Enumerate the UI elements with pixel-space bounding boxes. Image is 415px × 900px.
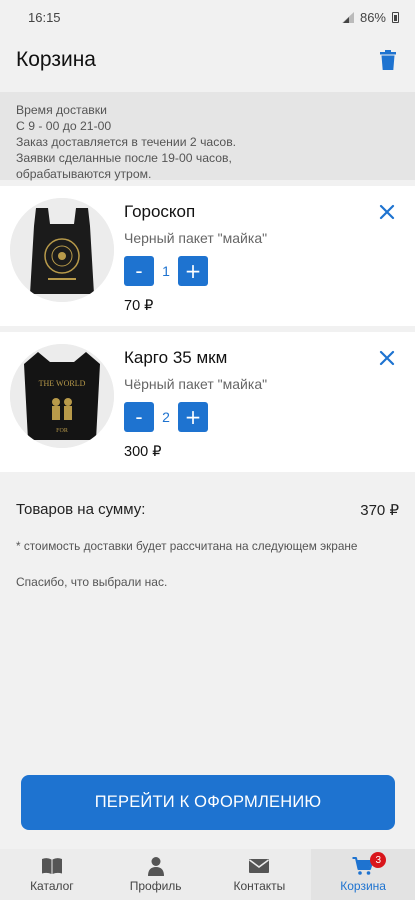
- order-summary: Товаров на сумму: 370 ₽ * стоимость дост…: [0, 478, 415, 589]
- close-icon[interactable]: [379, 350, 395, 366]
- status-bar: 16:15 86%: [0, 0, 415, 34]
- total-row: Товаров на сумму: 370 ₽: [16, 501, 399, 519]
- quantity-value: 1: [162, 263, 170, 279]
- cart-item: Гороскоп Черный пакет "майка" - 1 + 70 ₽: [0, 186, 415, 326]
- trash-icon[interactable]: [377, 49, 399, 71]
- svg-text:THE WORLD: THE WORLD: [39, 379, 86, 388]
- item-name: Гороскоп: [124, 202, 196, 221]
- quantity-stepper: - 2 +: [124, 402, 208, 432]
- tab-label: Профиль: [129, 879, 182, 893]
- product-image[interactable]: THE WORLD FOR: [10, 344, 114, 448]
- cart-item: THE WORLD FOR Карго 35 мкм Чёрный пакет …: [0, 332, 415, 472]
- increase-button[interactable]: +: [178, 402, 208, 432]
- item-price: 70 ₽: [124, 298, 154, 314]
- total-value: 370 ₽: [360, 502, 399, 519]
- close-icon[interactable]: [379, 204, 395, 220]
- cart-count-badge: 3: [370, 852, 387, 868]
- delivery-cost-note: * стоимость доставки будет рассчитана на…: [16, 539, 358, 553]
- delivery-line: Заказ доставляется в течении 2 часов.: [16, 135, 237, 149]
- status-time: 16:15: [28, 9, 61, 25]
- page-title: Корзина: [16, 48, 96, 71]
- user-icon: [147, 857, 164, 876]
- bottom-nav: Каталог Профиль Контакты 3 Корзина: [0, 849, 415, 900]
- tab-catalog[interactable]: Каталог: [0, 849, 104, 900]
- item-price: 300 ₽: [124, 444, 162, 460]
- tab-label: Корзина: [340, 879, 386, 893]
- decrease-button[interactable]: -: [124, 256, 154, 286]
- book-icon: [41, 858, 62, 874]
- checkout-button[interactable]: ПЕРЕЙТИ К ОФОРМЛЕНИЮ: [21, 775, 395, 830]
- tab-label: Каталог: [30, 879, 74, 893]
- delivery-line: С 9 - 00 до 21-00: [16, 119, 112, 133]
- increase-button[interactable]: +: [178, 256, 208, 286]
- quantity-stepper: - 1 +: [124, 256, 208, 286]
- delivery-line: Время доставки: [16, 103, 107, 117]
- delivery-info: Время доставки С 9 - 00 до 21-00 Заказ д…: [0, 92, 415, 181]
- battery-icon: [392, 11, 399, 23]
- app-header: Корзина: [0, 34, 415, 86]
- total-label: Товаров на сумму:: [16, 501, 146, 518]
- item-description: Черный пакет "майка": [124, 230, 268, 246]
- item-description: Чёрный пакет "майка": [124, 376, 268, 392]
- decrease-button[interactable]: -: [124, 402, 154, 432]
- svg-text:FOR: FOR: [56, 428, 68, 434]
- tab-label: Контакты: [233, 879, 286, 893]
- tab-contacts[interactable]: Контакты: [208, 849, 312, 900]
- tab-cart[interactable]: 3 Корзина: [311, 849, 415, 900]
- thanks-text: Спасибо, что выбрали нас.: [16, 575, 168, 589]
- item-name: Карго 35 мкм: [124, 348, 228, 367]
- signal-icon: [341, 11, 354, 23]
- product-image[interactable]: [10, 198, 114, 302]
- battery-level: 86%: [359, 9, 386, 25]
- mail-icon: [249, 859, 270, 873]
- delivery-line: Заявки сделанные после 19-00 часов,: [16, 151, 232, 165]
- tab-profile[interactable]: Профиль: [104, 849, 208, 900]
- status-indicators: 86%: [341, 9, 399, 25]
- quantity-value: 2: [162, 409, 170, 425]
